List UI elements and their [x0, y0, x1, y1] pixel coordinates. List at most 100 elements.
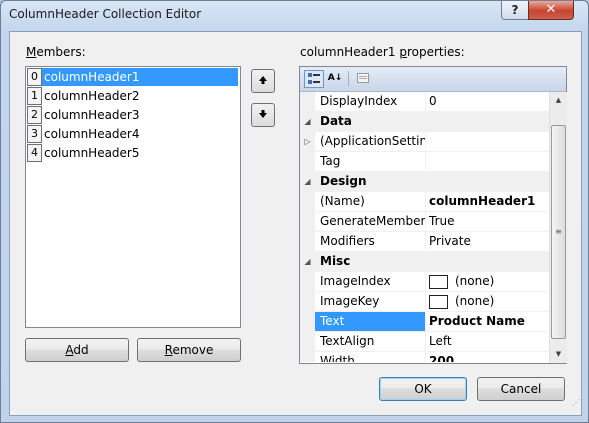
property-name: Width	[315, 352, 426, 362]
row-gutter	[300, 332, 315, 351]
list-item[interactable]: 2 columnHeader3	[27, 106, 240, 124]
members-listbox[interactable]: 0 columnHeader1 1 columnHeader2 2 columnHeade…	[25, 66, 241, 328]
cancel-button[interactable]: Cancel	[477, 377, 565, 401]
scroll-thumb[interactable]: ≡	[551, 125, 566, 339]
property-name: GenerateMember	[315, 212, 426, 231]
property-name: Text	[315, 312, 426, 331]
property-value[interactable]: Private	[426, 232, 549, 251]
add-button[interactable]: Add	[25, 338, 129, 362]
row-gutter	[300, 192, 315, 211]
member-name: columnHeader4	[44, 127, 140, 141]
properties-label: columnHeader1 properties:	[300, 45, 465, 59]
property-value[interactable]: Product Name	[426, 312, 549, 331]
member-name: columnHeader2	[44, 89, 140, 103]
row-gutter	[300, 152, 315, 171]
member-name: columnHeader3	[44, 108, 140, 122]
help-button[interactable]: ?	[501, 1, 529, 20]
property-value[interactable]: 0	[426, 92, 549, 111]
property-row[interactable]: Tag	[300, 152, 549, 172]
arrow-up-icon	[259, 76, 267, 84]
property-grid: A↓ DisplayIndex 0 ◢ Data ▷ (ApplicationSettin…	[299, 66, 567, 364]
close-button[interactable]: ✕	[528, 1, 574, 20]
list-item[interactable]: 0 columnHeader1	[27, 68, 240, 86]
property-row[interactable]: ▷(ApplicationSettings)	[300, 132, 549, 152]
property-row[interactable]: GenerateMember True	[300, 212, 549, 232]
collapse-icon[interactable]: ◢	[300, 112, 315, 131]
image-swatch	[429, 274, 448, 289]
list-item[interactable]: 4 columnHeader5	[27, 144, 240, 162]
property-grid-toolbar: A↓	[300, 67, 566, 92]
row-gutter	[300, 92, 315, 111]
property-value[interactable]: (none)	[426, 272, 549, 291]
property-name: Tag	[315, 152, 426, 171]
property-value[interactable]: Left	[426, 332, 549, 351]
property-grid-scrollbar[interactable]: ▲ ≡ ▼	[549, 92, 567, 363]
category-name: Design	[320, 174, 367, 188]
list-item[interactable]: 3 columnHeader4	[27, 125, 240, 143]
category-name: Data	[320, 114, 352, 128]
property-name: TextAlign	[315, 332, 426, 351]
property-category-row[interactable]: ◢ Data	[300, 112, 549, 132]
property-value[interactable]	[426, 132, 549, 151]
property-name: ImageIndex	[315, 272, 426, 291]
row-gutter	[300, 272, 315, 291]
resize-grip-icon[interactable]: ⋰	[572, 398, 580, 407]
property-row[interactable]: ImageKey (none)	[300, 292, 549, 312]
property-row[interactable]: Width 200	[300, 352, 549, 362]
toolbar-separator	[348, 71, 349, 86]
alphabetical-icon[interactable]: A↓	[326, 70, 344, 86]
expand-icon[interactable]: ▷	[300, 132, 315, 151]
property-name: (ApplicationSettings)	[315, 132, 426, 151]
property-value[interactable]: columnHeader1	[426, 192, 549, 211]
property-row[interactable]: TextAlign Left	[300, 332, 549, 352]
collapse-icon[interactable]: ◢	[300, 252, 315, 271]
list-item[interactable]: 1 columnHeader2	[27, 87, 240, 105]
member-index: 4	[27, 144, 42, 162]
property-row[interactable]: Modifiers Private	[300, 232, 549, 252]
move-up-button[interactable]	[251, 69, 275, 93]
dialog-client-area: Members: columnHeader1 properties: 0 colu…	[9, 31, 582, 416]
property-value[interactable]: True	[426, 212, 549, 231]
row-gutter	[300, 352, 315, 362]
member-name: columnHeader1	[42, 68, 238, 86]
property-name: ImageKey	[315, 292, 426, 311]
row-gutter	[300, 312, 315, 331]
dialog-window: ColumnHeader Collection Editor ? ✕ Membe…	[0, 0, 589, 423]
member-index: 1	[27, 87, 42, 105]
property-name: Modifiers	[315, 232, 426, 251]
ok-button[interactable]: OK	[379, 377, 467, 401]
property-pages-icon[interactable]	[354, 70, 372, 86]
property-value-text: (none)	[455, 294, 495, 308]
property-row[interactable]: DisplayIndex 0	[300, 92, 549, 112]
property-name: DisplayIndex	[315, 92, 426, 111]
property-value[interactable]: 200	[426, 352, 549, 362]
property-row[interactable]: (Name) columnHeader1	[300, 192, 549, 212]
scroll-up-icon[interactable]: ▲	[550, 92, 567, 109]
collapse-icon[interactable]: ◢	[300, 172, 315, 191]
members-label: Members:	[26, 45, 86, 59]
property-rows: DisplayIndex0◢Data▷(ApplicationSettings)…	[300, 92, 549, 362]
arrow-down-icon	[259, 110, 267, 118]
property-category-row[interactable]: ◢ Design	[300, 172, 549, 192]
property-value[interactable]	[426, 152, 549, 171]
image-swatch	[429, 294, 448, 309]
title-bar[interactable]: ColumnHeader Collection Editor ? ✕	[1, 1, 588, 31]
row-gutter	[300, 212, 315, 231]
remove-button[interactable]: Remove	[137, 338, 241, 362]
member-index: 2	[27, 106, 42, 124]
move-down-button[interactable]	[251, 103, 275, 127]
property-category-row[interactable]: ◢ Misc	[300, 252, 549, 272]
member-index: 3	[27, 125, 42, 143]
property-value[interactable]: (none)	[426, 292, 549, 311]
scroll-down-icon[interactable]: ▼	[550, 346, 567, 363]
categorized-icon[interactable]	[304, 70, 324, 88]
property-name: (Name)	[315, 192, 426, 211]
row-gutter	[300, 292, 315, 311]
category-name: Misc	[320, 254, 351, 268]
member-name: columnHeader5	[44, 146, 140, 160]
property-value-text: (none)	[455, 274, 495, 288]
property-row[interactable]: ImageIndex (none)	[300, 272, 549, 292]
property-row[interactable]: Text Product Name	[300, 312, 549, 332]
window-title: ColumnHeader Collection Editor	[9, 7, 202, 21]
row-gutter	[300, 232, 315, 251]
